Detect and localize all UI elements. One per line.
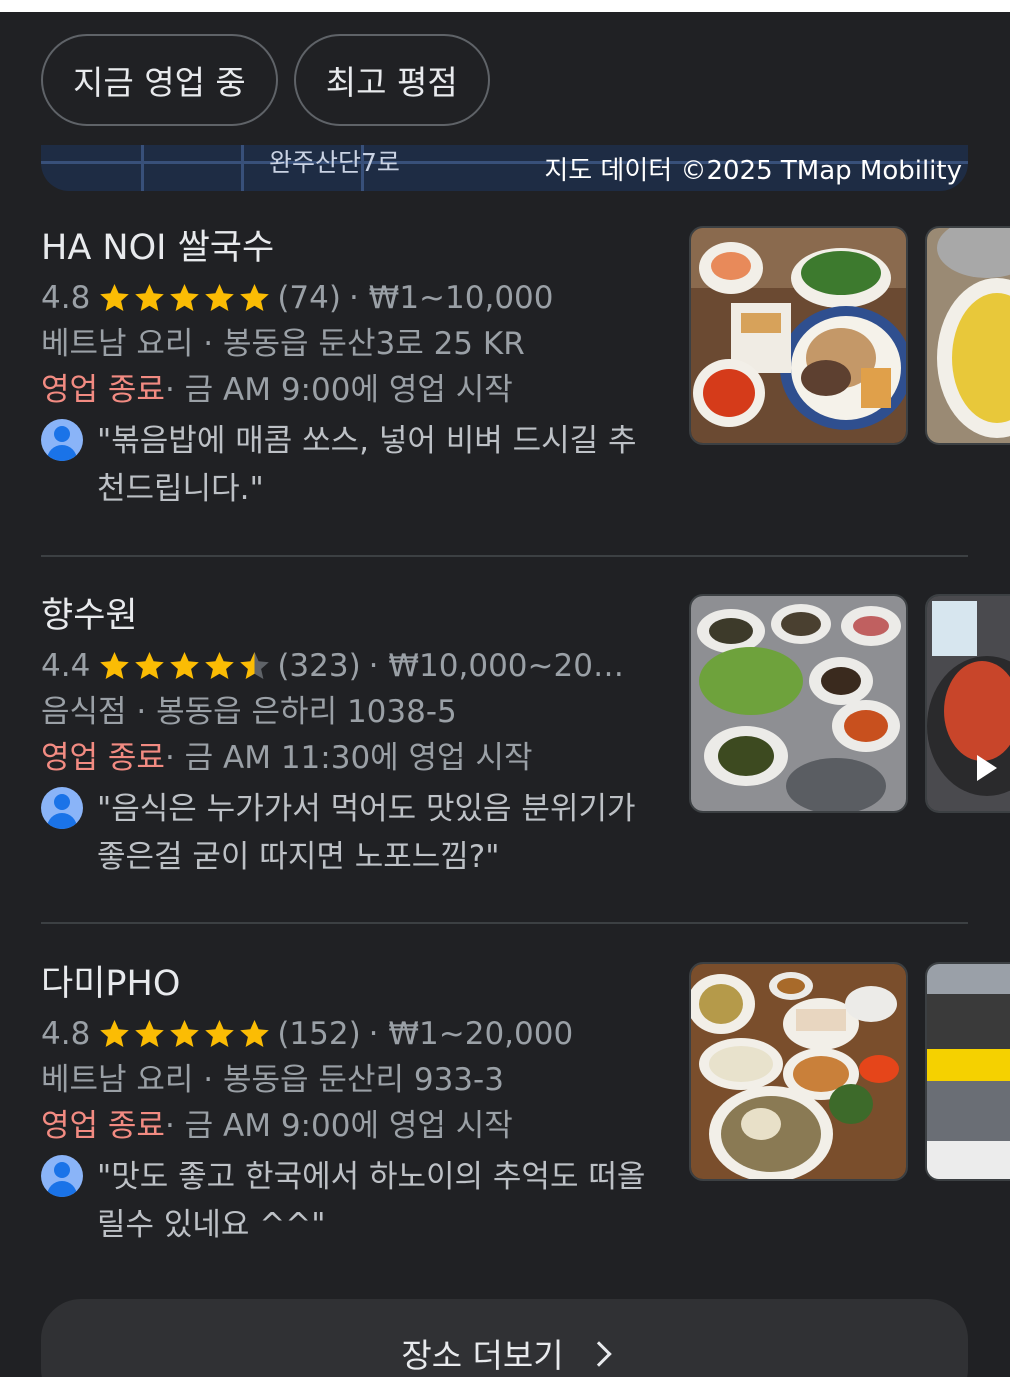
- rating-row: 4.8 (152) · ₩1~20,000: [41, 1011, 661, 1057]
- map-attribution: 지도 데이터 ©2025 TMap Mobility: [544, 156, 962, 186]
- divider: [41, 922, 968, 924]
- review-count: (74): [277, 280, 341, 316]
- place-card[interactable]: 향수원 4.4 (323) · ₩10,000~20,… 음식점 · 봉동읍 은…: [41, 594, 1010, 894]
- user-avatar-icon: [41, 1155, 83, 1197]
- price-range: ₩1~20,000: [388, 1016, 574, 1052]
- play-icon[interactable]: [977, 755, 997, 781]
- rating-value: 4.8: [41, 1016, 91, 1052]
- star-icon: [203, 1018, 236, 1050]
- star-rating: [98, 1018, 271, 1050]
- rating-row: 4.4 (323) · ₩10,000~20,…: [41, 643, 661, 689]
- star-icon: [203, 282, 236, 314]
- category-address: 베트남 요리 · 봉동읍 둔산3로 25 KR: [41, 326, 525, 362]
- place-name[interactable]: 다미PHO: [41, 962, 661, 1006]
- star-rating: [98, 282, 271, 314]
- map-preview[interactable]: 완주산단7로 지도 데이터 ©2025 TMap Mobility: [41, 145, 968, 191]
- review-count: (152): [277, 1016, 361, 1052]
- review-snippet: "맛도 좋고 한국에서 하노이의 추억도 떠올릴수 있네요 ^^": [41, 1153, 661, 1249]
- star-rating: [98, 650, 271, 682]
- star-icon: [133, 650, 166, 682]
- separator: ·: [368, 648, 389, 684]
- star-icon: [133, 282, 166, 314]
- map-road: [241, 145, 244, 191]
- star-icon: [203, 650, 236, 682]
- price-range: ₩10,000~20,…: [388, 648, 629, 684]
- open-status: 영업 종료: [41, 1108, 165, 1144]
- more-places-label: 장소 더보기: [401, 1336, 564, 1375]
- more-places-button[interactable]: 장소 더보기: [41, 1299, 968, 1377]
- opening-hours: · 금 AM 9:00에 영업 시작: [164, 372, 513, 408]
- review-text: "음식은 누가가서 먹어도 맛있음 분위기가 좋은걸 굳이 따지면 노포느낌?": [97, 791, 636, 875]
- rating-row: 4.8 (74) · ₩1~10,000: [41, 275, 661, 321]
- price-range: ₩1~10,000: [368, 280, 554, 316]
- review-snippet: "볶음밥에 매콤 쏘스, 넣어 비벼 드시길 추천드립니다.": [41, 417, 661, 513]
- hours-row: 영업 종료 · 금 AM 11:30에 영업 시작: [41, 735, 661, 781]
- star-icon: [168, 1018, 201, 1050]
- place-photo[interactable]: [925, 962, 1010, 1181]
- star-icon: [168, 282, 201, 314]
- star-icon: [168, 650, 201, 682]
- separator: ·: [368, 1016, 389, 1052]
- filter-open-now-chip[interactable]: 지금 영업 중: [41, 34, 278, 126]
- map-road-label: 완주산단7로: [269, 148, 400, 177]
- user-avatar-icon: [41, 787, 83, 829]
- review-snippet: "음식은 누가가서 먹어도 맛있음 분위기가 좋은걸 굳이 따지면 노포느낌?": [41, 785, 661, 881]
- star-icon: [98, 650, 131, 682]
- category-address: 베트남 요리 · 봉동읍 둔산리 933-3: [41, 1062, 504, 1098]
- open-status: 영업 종료: [41, 372, 165, 408]
- opening-hours: · 금 AM 9:00에 영업 시작: [164, 1108, 513, 1144]
- star-icon: [238, 282, 271, 314]
- separator: ·: [348, 280, 369, 316]
- hours-row: 영업 종료 · 금 AM 9:00에 영업 시작: [41, 367, 661, 413]
- rating-value: 4.8: [41, 280, 91, 316]
- user-avatar-icon: [41, 419, 83, 461]
- chevron-right-icon: [585, 1341, 612, 1367]
- star-icon: [98, 1018, 131, 1050]
- place-photo[interactable]: [689, 962, 908, 1181]
- place-photo[interactable]: [925, 226, 1010, 445]
- place-photo[interactable]: [925, 594, 1010, 813]
- category-address: 음식점 · 봉동읍 은하리 1038-5: [41, 694, 457, 730]
- hours-row: 영업 종료 · 금 AM 9:00에 영업 시작: [41, 1103, 661, 1149]
- review-text: "볶음밥에 매콤 쏘스, 넣어 비벼 드시길 추천드립니다.": [97, 423, 637, 507]
- place-info: 다미PHO 4.8 (152) · ₩1~20,000 베트남 요리 · 봉동읍…: [41, 962, 661, 1249]
- star-icon: [133, 1018, 166, 1050]
- divider: [41, 555, 968, 557]
- filter-chips: 지금 영업 중 최고 평점: [41, 34, 490, 126]
- star-icon: [98, 282, 131, 314]
- place-name[interactable]: HA NOI 쌀국수: [41, 226, 661, 270]
- filter-top-rated-chip[interactable]: 최고 평점: [293, 34, 490, 126]
- star-icon: [238, 1018, 271, 1050]
- map-road: [141, 145, 144, 191]
- rating-value: 4.4: [41, 648, 91, 684]
- status-bar-edge: [0, 0, 1010, 12]
- place-name[interactable]: 향수원: [41, 594, 661, 638]
- review-count: (323): [277, 648, 361, 684]
- open-status: 영업 종료: [41, 740, 165, 776]
- place-photo[interactable]: [689, 226, 908, 445]
- star-icon: [238, 650, 271, 682]
- opening-hours: · 금 AM 11:30에 영업 시작: [164, 740, 533, 776]
- place-info: HA NOI 쌀국수 4.8 (74) · ₩1~10,000 베트남 요리 ·…: [41, 226, 661, 513]
- review-text: "맛도 좋고 한국에서 하노이의 추억도 떠올릴수 있네요 ^^": [97, 1159, 646, 1243]
- place-photo[interactable]: [689, 594, 908, 813]
- place-info: 향수원 4.4 (323) · ₩10,000~20,… 음식점 · 봉동읍 은…: [41, 594, 661, 881]
- place-card[interactable]: 다미PHO 4.8 (152) · ₩1~20,000 베트남 요리 · 봉동읍…: [41, 962, 1010, 1262]
- place-card[interactable]: HA NOI 쌀국수 4.8 (74) · ₩1~10,000 베트남 요리 ·…: [41, 226, 1010, 526]
